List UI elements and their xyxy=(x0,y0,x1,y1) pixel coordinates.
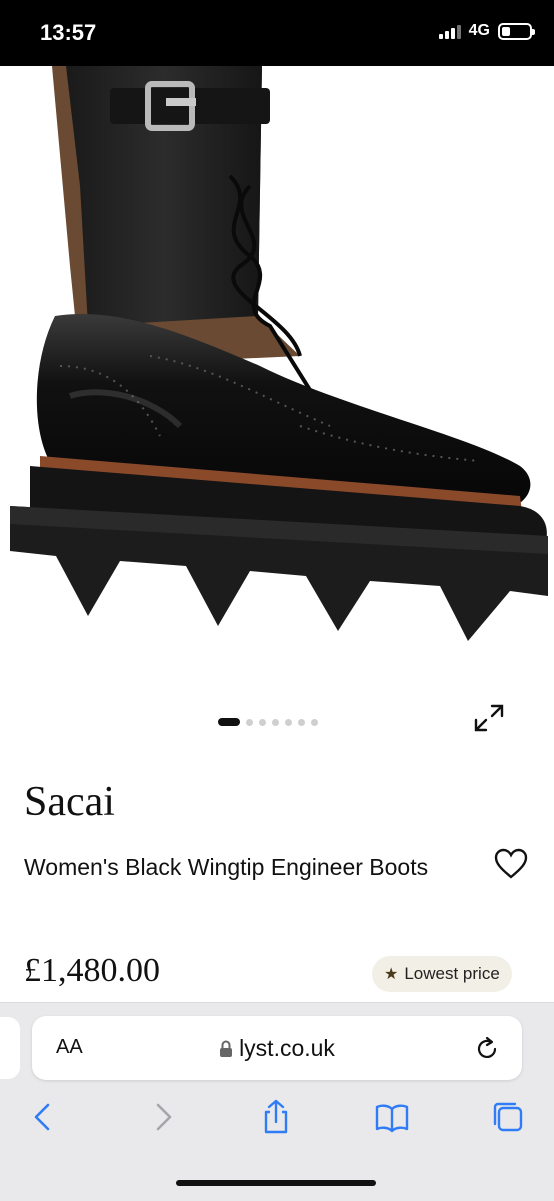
network-type: 4G xyxy=(468,22,490,39)
share-button[interactable] xyxy=(258,1099,294,1135)
browser-toolbar xyxy=(0,1099,554,1139)
product-price: £1,480.00 xyxy=(24,952,160,989)
carousel-dot[interactable] xyxy=(272,718,279,726)
expand-image-button[interactable] xyxy=(470,700,508,736)
status-bar: 13:57 4G xyxy=(0,0,554,66)
previous-tab-peek[interactable] xyxy=(0,1017,20,1079)
carousel-dot[interactable] xyxy=(311,718,318,726)
product-title: Women's Black Wingtip Engineer Boots xyxy=(24,854,429,880)
expand-arrows-icon xyxy=(474,704,504,732)
bookmarks-icon xyxy=(375,1104,409,1133)
heart-outline-icon xyxy=(494,848,528,879)
brand-name[interactable]: Sacai xyxy=(24,778,115,826)
cellular-signal-icon xyxy=(438,23,461,39)
home-indicator[interactable] xyxy=(176,1180,376,1186)
back-button[interactable] xyxy=(26,1099,62,1135)
star-icon: ★ xyxy=(384,966,399,983)
badge-label: Lowest price xyxy=(404,964,500,983)
share-icon xyxy=(264,1099,288,1134)
wishlist-button[interactable] xyxy=(494,848,528,880)
carousel-dot[interactable] xyxy=(246,718,253,726)
battery-fill xyxy=(502,26,510,36)
browser-chrome: AA lyst.co.uk xyxy=(0,1002,554,1201)
tabs-icon xyxy=(493,1102,523,1132)
battery-icon xyxy=(498,22,535,40)
url-text: lyst.co.uk xyxy=(239,1035,335,1061)
carousel-dot[interactable] xyxy=(259,718,266,726)
reload-icon[interactable] xyxy=(474,1034,500,1067)
product-image[interactable] xyxy=(0,66,554,686)
boot-illustration xyxy=(10,66,548,641)
lock-icon xyxy=(219,1037,233,1064)
carousel-dots[interactable] xyxy=(218,718,318,726)
forward-button[interactable] xyxy=(144,1099,180,1135)
carousel-dot[interactable] xyxy=(298,718,305,726)
url-display[interactable]: lyst.co.uk xyxy=(32,1035,522,1064)
address-bar[interactable]: AA lyst.co.uk xyxy=(32,1016,522,1080)
carousel-dot[interactable] xyxy=(285,718,292,726)
back-chevron-icon xyxy=(34,1103,50,1131)
carousel-dot[interactable] xyxy=(218,718,240,726)
bookmarks-button[interactable] xyxy=(374,1099,410,1135)
tabs-button[interactable] xyxy=(490,1099,526,1135)
status-time: 13:57 xyxy=(40,20,97,45)
lowest-price-badge: ★ Lowest price xyxy=(372,956,512,992)
status-indicators: 4G xyxy=(438,22,535,40)
forward-chevron-icon xyxy=(156,1103,172,1131)
